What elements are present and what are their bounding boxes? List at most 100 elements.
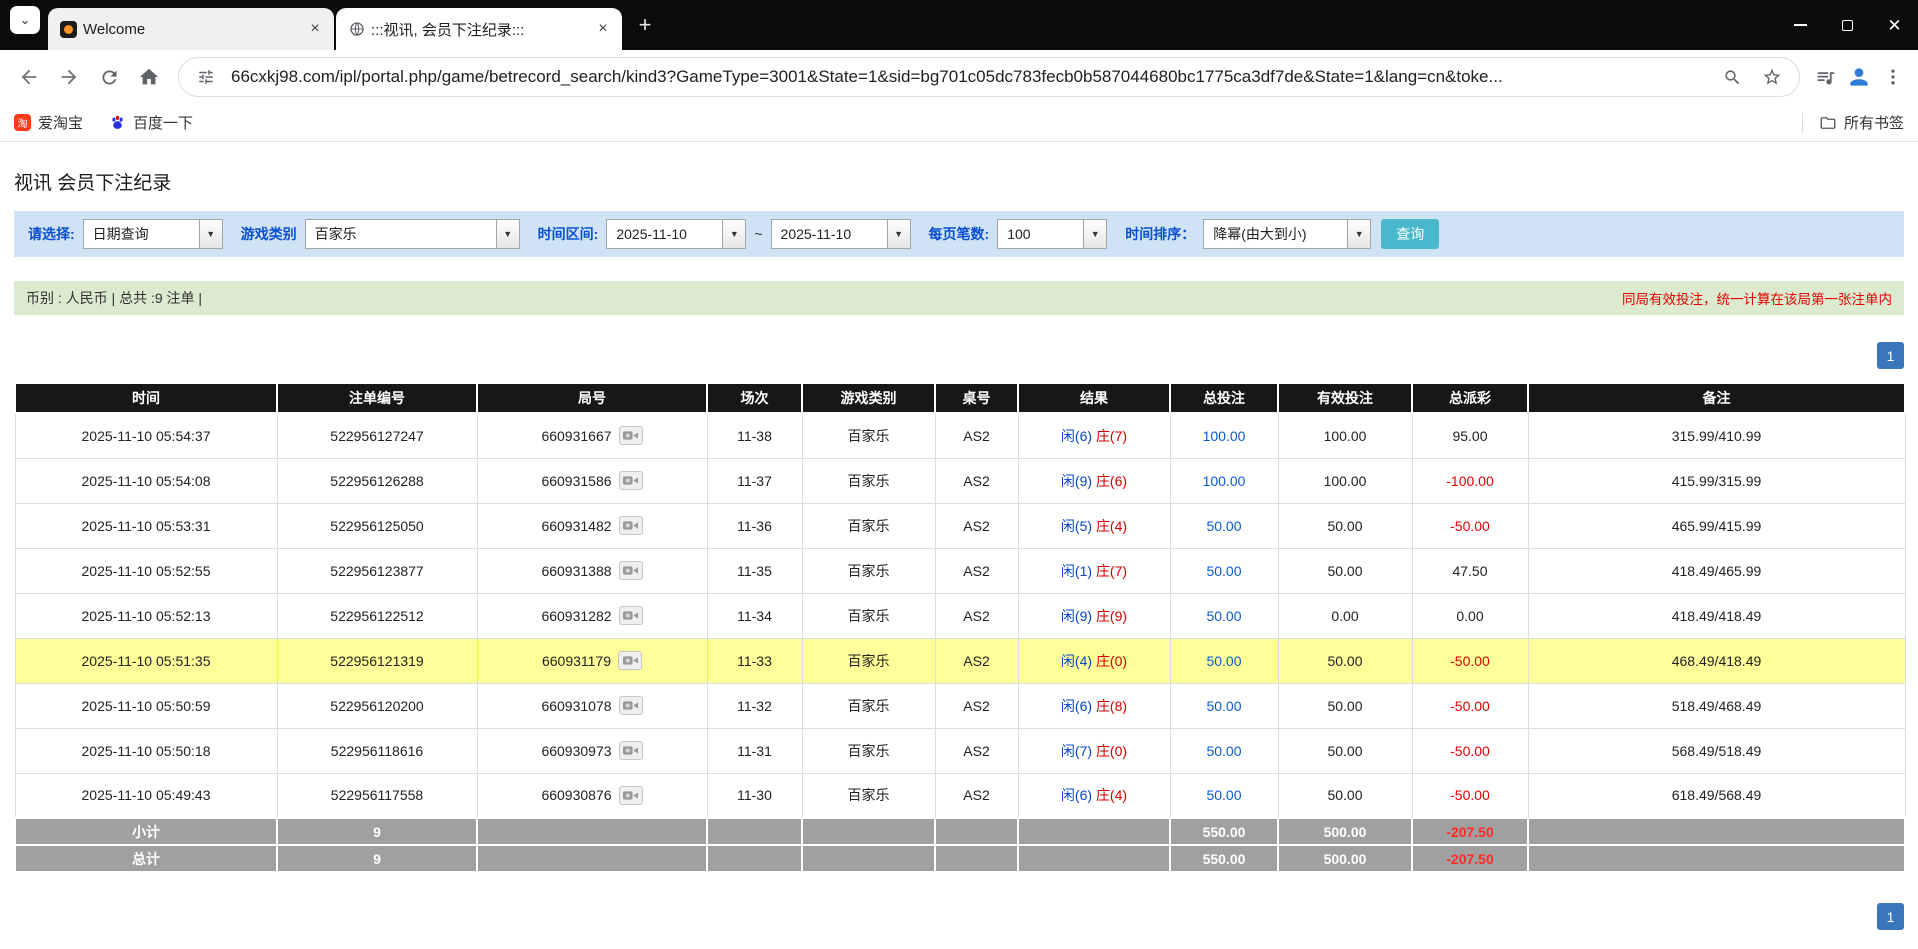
minimize-button[interactable]: [1777, 0, 1824, 50]
camera-icon[interactable]: [619, 561, 643, 580]
forward-icon: [58, 66, 80, 88]
cell-note: 415.99/315.99: [1528, 458, 1905, 503]
cell-session: 11-35: [707, 548, 802, 593]
url-bar[interactable]: 66cxkj98.com/ipl/portal.php/game/betreco…: [178, 57, 1800, 97]
cell-total-bet[interactable]: 50.00: [1170, 728, 1278, 773]
total-total-bet: 550.00: [1170, 845, 1278, 872]
bookmark-label: 百度一下: [133, 112, 193, 133]
sort-order-select[interactable]: 降幂(由大到小) ▼: [1203, 219, 1371, 249]
menu-kebab-icon[interactable]: [1878, 62, 1908, 92]
cell-total-bet[interactable]: 50.00: [1170, 683, 1278, 728]
camera-icon[interactable]: [619, 516, 643, 535]
cell-game-type: 百家乐: [802, 548, 935, 593]
chevron-down-icon: ⌄: [20, 12, 31, 28]
home-icon: [138, 66, 160, 88]
camera-icon[interactable]: [619, 786, 643, 805]
table-row[interactable]: 2025-11-10 05:54:08 522956126288 6609315…: [15, 458, 1905, 503]
cell-total-bet[interactable]: 100.00: [1170, 413, 1278, 458]
tab-close-icon[interactable]: ×: [304, 18, 326, 40]
browser-toolbar: 66cxkj98.com/ipl/portal.php/game/betreco…: [0, 50, 1918, 104]
cell-total-bet[interactable]: 50.00: [1170, 638, 1278, 683]
cell-valid-bet: 100.00: [1278, 458, 1412, 503]
page-1-button[interactable]: 1: [1877, 903, 1904, 930]
camera-icon[interactable]: [619, 696, 643, 715]
cell-valid-bet: 50.00: [1278, 773, 1412, 818]
close-button[interactable]: ✕: [1871, 0, 1918, 50]
table-row[interactable]: 2025-11-10 05:53:31 522956125050 6609314…: [15, 503, 1905, 548]
cell-time: 2025-11-10 05:51:35: [15, 638, 277, 683]
cell-note: 518.49/468.49: [1528, 683, 1905, 728]
cell-session: 11-37: [707, 458, 802, 503]
cell-table-no: AS2: [935, 773, 1018, 818]
back-button[interactable]: [10, 58, 48, 96]
cell-session: 11-30: [707, 773, 802, 818]
query-type-label: 请选择:: [28, 224, 75, 244]
search-button[interactable]: 查询: [1381, 219, 1439, 249]
camera-icon[interactable]: [619, 471, 643, 490]
camera-icon[interactable]: [618, 651, 642, 670]
cell-note: 618.49/568.49: [1528, 773, 1905, 818]
date-from-select[interactable]: 2025-11-10 ▼: [606, 219, 746, 249]
table-row[interactable]: 2025-11-10 05:50:18 522956118616 6609309…: [15, 728, 1905, 773]
cell-total-bet[interactable]: 50.00: [1170, 548, 1278, 593]
cell-payout: -100.00: [1412, 458, 1528, 503]
table-row[interactable]: 2025-11-10 05:52:55 522956123877 6609313…: [15, 548, 1905, 593]
forward-button[interactable]: [50, 58, 88, 96]
per-page-select[interactable]: 100 ▼: [997, 219, 1107, 249]
tab-search-button[interactable]: ⌄: [10, 6, 40, 34]
header-table-no: 桌号: [935, 383, 1018, 413]
table-row[interactable]: 2025-11-10 05:49:43 522956117558 6609308…: [15, 773, 1905, 818]
bookmark-star-icon[interactable]: [1757, 62, 1787, 92]
cell-session: 11-31: [707, 728, 802, 773]
header-time: 时间: [15, 383, 277, 413]
date-to-select[interactable]: 2025-11-10 ▼: [771, 219, 911, 249]
tab-close-icon[interactable]: ×: [592, 18, 614, 40]
subtotal-total-bet: 550.00: [1170, 818, 1278, 845]
table-row[interactable]: 2025-11-10 05:54:37 522956127247 6609316…: [15, 413, 1905, 458]
chevron-down-icon: ▼: [496, 220, 519, 248]
maximize-button[interactable]: [1824, 0, 1871, 50]
media-controls-icon[interactable]: [1810, 62, 1840, 92]
globe-icon: [348, 21, 365, 38]
cell-total-bet[interactable]: 100.00: [1170, 458, 1278, 503]
cell-round-id: 660931179: [477, 638, 707, 683]
query-type-select[interactable]: 日期查询 ▼: [83, 219, 223, 249]
browser-tab-welcome[interactable]: Welcome ×: [48, 8, 334, 50]
profile-avatar[interactable]: [1842, 60, 1876, 94]
table-row[interactable]: 2025-11-10 05:50:59 522956120200 6609310…: [15, 683, 1905, 728]
cell-total-bet[interactable]: 50.00: [1170, 503, 1278, 548]
cell-table-no: AS2: [935, 458, 1018, 503]
bookmark-baidu[interactable]: 百度一下: [109, 112, 193, 133]
browser-tab-betrecord[interactable]: :::视讯, 会员下注纪录::: ×: [336, 8, 622, 50]
camera-icon[interactable]: [619, 606, 643, 625]
cell-round-id: 660930973: [477, 728, 707, 773]
all-bookmarks-button[interactable]: 所有书签: [1819, 112, 1904, 133]
cell-total-bet[interactable]: 50.00: [1170, 773, 1278, 818]
result-banker: 庄(9): [1096, 608, 1127, 624]
camera-icon[interactable]: [619, 426, 643, 445]
chevron-down-icon: ▼: [887, 220, 910, 248]
game-type-select[interactable]: 百家乐 ▼: [305, 219, 520, 249]
table-row[interactable]: 2025-11-10 05:51:35 522956121319 6609311…: [15, 638, 1905, 683]
new-tab-button[interactable]: +: [630, 10, 660, 40]
refresh-button[interactable]: [90, 58, 128, 96]
cell-game-type: 百家乐: [802, 728, 935, 773]
bookmark-aitaobao[interactable]: 淘 爱淘宝: [14, 112, 83, 133]
bet-records-table: 时间 注单编号 局号 场次 游戏类别 桌号 结果 总投注 有效投注 总派彩 备注…: [14, 382, 1906, 873]
cell-total-bet[interactable]: 50.00: [1170, 593, 1278, 638]
site-info-icon[interactable]: [191, 62, 221, 92]
table-body: 2025-11-10 05:54:37 522956127247 6609316…: [15, 413, 1905, 818]
zoom-icon[interactable]: [1717, 62, 1747, 92]
url-text[interactable]: 66cxkj98.com/ipl/portal.php/game/betreco…: [231, 67, 1707, 87]
result-player: 闲(6): [1061, 698, 1092, 714]
summary-bar: 币别 : 人民币 | 总共 :9 注单 | 同局有效投注，统一计算在该局第一张注…: [14, 281, 1904, 315]
bookmarks-divider: [1802, 113, 1803, 133]
home-button[interactable]: [130, 58, 168, 96]
cell-bet-id: 522956125050: [277, 503, 477, 548]
table-row[interactable]: 2025-11-10 05:52:13 522956122512 6609312…: [15, 593, 1905, 638]
camera-icon[interactable]: [619, 741, 643, 760]
page-1-button[interactable]: 1: [1877, 342, 1904, 369]
total-valid-bet: 500.00: [1278, 845, 1412, 872]
cell-bet-id: 522956121319: [277, 638, 477, 683]
header-bet-id: 注单编号: [277, 383, 477, 413]
